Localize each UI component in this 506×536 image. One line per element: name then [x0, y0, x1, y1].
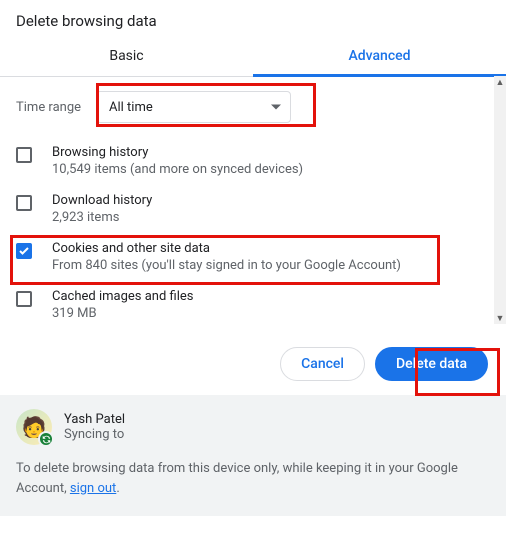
checkbox-browsing-history[interactable]: [16, 147, 32, 163]
list-item: Cached images and files 319 MB: [16, 281, 490, 329]
item-title: Download history: [52, 193, 490, 208]
time-range-label: Time range: [16, 100, 96, 115]
cancel-button[interactable]: Cancel: [280, 347, 365, 381]
time-range-select-wrap: All time: [96, 91, 291, 123]
sync-badge-icon: [38, 431, 54, 447]
dialog-title: Delete browsing data: [0, 0, 506, 38]
time-range-value: All time: [109, 100, 153, 115]
options-list: Browsing history 10,549 items (and more …: [16, 137, 490, 335]
tab-basic[interactable]: Basic: [0, 38, 253, 76]
scrollbar[interactable]: ▲ ▼: [494, 76, 506, 324]
item-sub: From 840 sites (you'll stay signed in to…: [52, 258, 490, 273]
scroll-down-icon[interactable]: ▼: [494, 312, 506, 324]
list-item: Browsing history 10,549 items (and more …: [16, 137, 490, 185]
content-area: Time range All time Browsing history 10,…: [0, 77, 506, 335]
checkbox-cached[interactable]: [16, 291, 32, 307]
list-item: Download history 2,923 items: [16, 185, 490, 233]
list-item: Cookies and other site data From 840 sit…: [16, 233, 490, 281]
item-title: Browsing history: [52, 145, 490, 160]
tab-advanced[interactable]: Advanced: [253, 38, 506, 76]
item-sub: 10,549 items (and more on synced devices…: [52, 162, 490, 177]
delete-data-button[interactable]: Delete data: [375, 347, 488, 381]
checkbox-download-history[interactable]: [16, 195, 32, 211]
item-sub: 319 MB: [52, 306, 490, 321]
time-range-select[interactable]: All time: [96, 91, 291, 123]
scroll-up-icon[interactable]: ▲: [494, 76, 506, 88]
account-sync: Syncing to: [64, 427, 125, 442]
account-msg-post: .: [116, 481, 119, 496]
footer: Cancel Delete data: [0, 335, 506, 395]
checkbox-cookies[interactable]: [16, 243, 32, 259]
account-row: 🧑 Yash Patel Syncing to: [16, 409, 490, 445]
time-range-row: Time range All time: [16, 77, 490, 137]
account-message: To delete browsing data from this device…: [16, 459, 490, 498]
tabs: Basic Advanced: [0, 38, 506, 77]
sign-out-link[interactable]: sign out: [70, 481, 116, 496]
account-panel: 🧑 Yash Patel Syncing to To delete browsi…: [0, 395, 506, 516]
item-title: Cookies and other site data: [52, 241, 490, 256]
item-title: Cached images and files: [52, 289, 490, 304]
item-sub: 2,923 items: [52, 210, 490, 225]
account-name: Yash Patel: [64, 412, 125, 427]
avatar-wrap: 🧑: [16, 409, 52, 445]
